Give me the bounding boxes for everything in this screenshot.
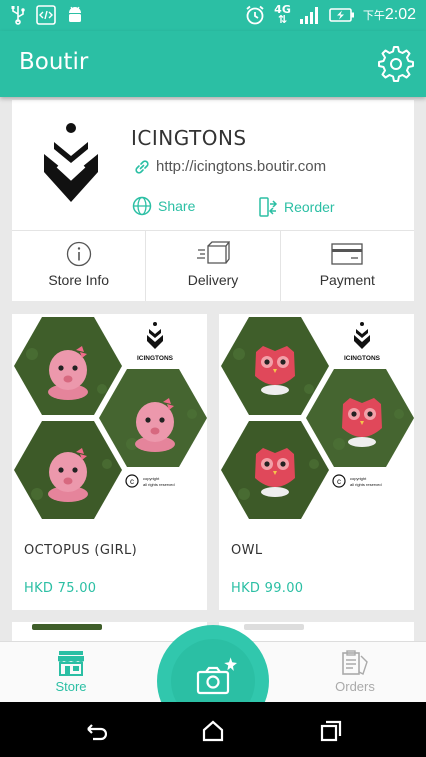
android-icon	[69, 6, 81, 22]
product-image-octopus: ICINGTONS c copyright all rights reserve…	[12, 314, 207, 524]
status-left-icons	[10, 5, 84, 25]
store-name: ICINGTONS	[131, 126, 247, 150]
product-price: HKD 75.00	[24, 581, 97, 596]
tab-store-info-label: Store Info	[48, 272, 110, 288]
status-ampm: 下午	[362, 9, 385, 22]
status-bar: 4G ⇅ 下午 2:02	[0, 0, 426, 31]
svg-text:ICINGTONS: ICINGTONS	[344, 355, 381, 362]
store-tabs: Store Info Delivery Payment	[12, 230, 414, 301]
reorder-button[interactable]: Reorder	[258, 196, 335, 218]
battery-charging-icon	[329, 8, 354, 22]
app-bar: Boutir	[0, 31, 426, 97]
system-nav-bar	[0, 702, 426, 757]
status-right-icons: 4G ⇅ 下午 2:02	[244, 4, 416, 26]
svg-text:copyright: copyright	[350, 476, 367, 481]
tab-delivery[interactable]: Delivery	[146, 231, 281, 301]
storefront-icon	[58, 651, 84, 676]
home-icon[interactable]	[201, 719, 225, 743]
tab-payment-label: Payment	[319, 272, 375, 288]
store-url: http://icingtons.boutir.com	[156, 158, 327, 175]
nav-store-label: Store	[55, 679, 87, 694]
info-icon	[66, 241, 91, 267]
status-time: 2:02	[384, 6, 416, 23]
svg-text:c: c	[337, 477, 341, 486]
tab-delivery-label: Delivery	[187, 272, 239, 288]
clipboard-icon	[342, 650, 368, 675]
svg-text:c: c	[130, 477, 134, 486]
store-header-card: ICINGTONS http://icingtons.boutir.com Sh…	[12, 100, 414, 301]
usb-icon	[11, 6, 25, 25]
svg-text:all rights reserved: all rights reserved	[350, 482, 382, 487]
delivery-icon	[196, 241, 230, 264]
signal-icon	[299, 7, 318, 24]
share-label: Share	[158, 198, 196, 214]
app-title: Boutir	[19, 49, 89, 75]
store-url-link[interactable]: http://icingtons.boutir.com	[134, 158, 326, 175]
gear-icon[interactable]	[378, 46, 414, 82]
product-card-octopus[interactable]: ICINGTONS c copyright all rights reserve…	[12, 314, 207, 610]
alarm-icon	[246, 5, 264, 25]
product-card-owl[interactable]: ICINGTONS c copyright all rights reserve…	[219, 314, 414, 610]
svg-text:copyright: copyright	[143, 476, 160, 481]
svg-text:all rights reserved: all rights reserved	[143, 482, 175, 487]
reorder-icon	[259, 197, 278, 217]
reorder-label: Reorder	[284, 199, 335, 215]
network-4g-icon: 4G ⇅	[274, 3, 291, 26]
product-name: OWL	[231, 543, 263, 558]
store-logo	[44, 123, 98, 202]
link-icon	[135, 159, 149, 174]
tab-payment[interactable]: Payment	[281, 231, 414, 301]
product-image-owl: ICINGTONS c copyright all rights reserve…	[219, 314, 414, 524]
nav-orders[interactable]: Orders	[322, 650, 388, 694]
globe-icon	[132, 196, 152, 216]
nav-store[interactable]: Store	[40, 650, 102, 694]
product-name: OCTOPUS (GIRL)	[24, 543, 138, 558]
share-button[interactable]: Share	[132, 196, 195, 216]
recents-icon[interactable]	[319, 719, 343, 743]
tab-store-info[interactable]: Store Info	[12, 231, 147, 301]
nav-orders-label: Orders	[335, 679, 375, 694]
svg-text:ICINGTONS: ICINGTONS	[137, 355, 174, 362]
back-icon[interactable]	[83, 719, 107, 743]
code-icon	[36, 5, 56, 25]
product-price: HKD 99.00	[231, 581, 304, 596]
card-icon	[331, 243, 363, 265]
